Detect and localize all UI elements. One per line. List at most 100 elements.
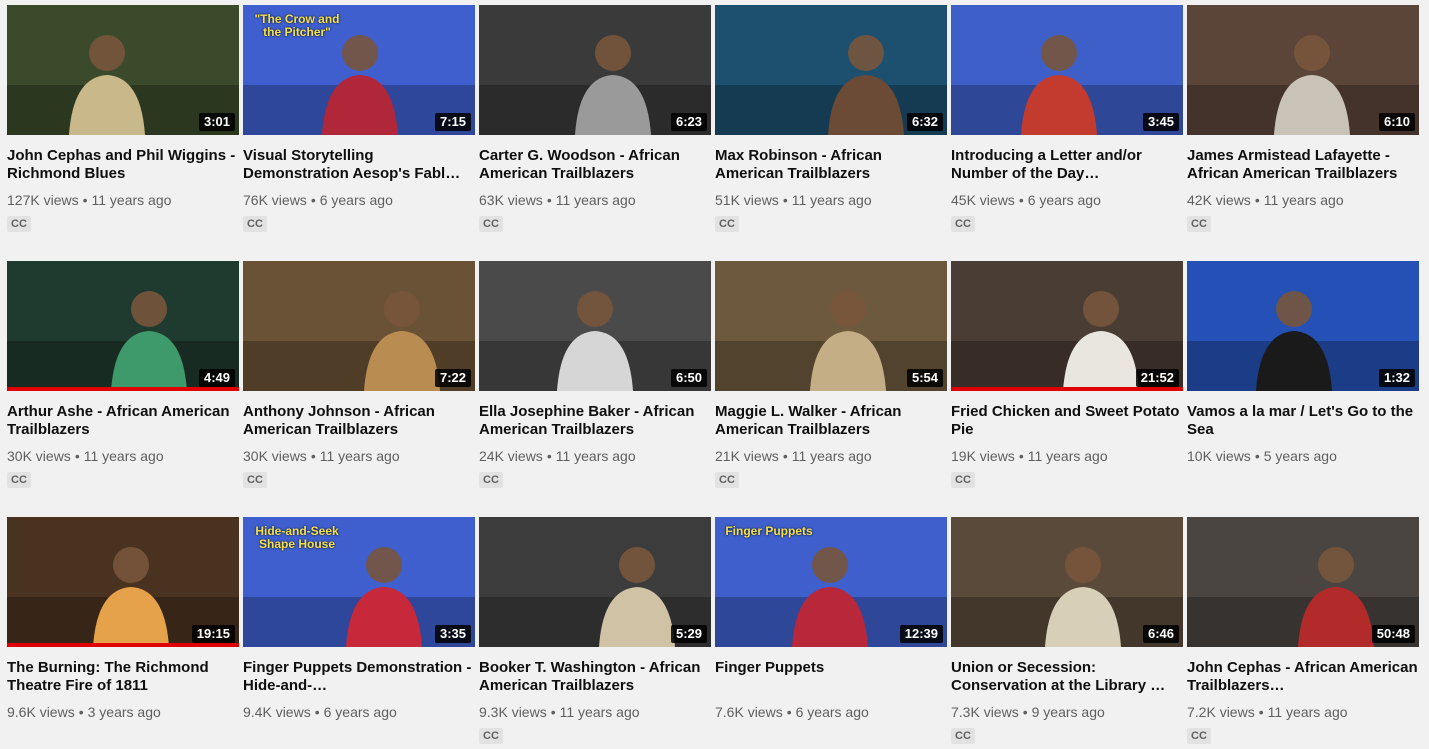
view-count: 7.2K views <box>1187 704 1255 720</box>
view-count: 9.3K views <box>479 704 547 720</box>
separator-dot: • <box>310 448 316 464</box>
video-thumbnail[interactable]: 7:22 <box>243 261 475 391</box>
video-title[interactable]: Maggie L. Walker - African American Trai… <box>715 403 947 439</box>
upload-age: 11 years ago <box>91 192 172 208</box>
video-title[interactable]: Arthur Ashe - African American Trailblaz… <box>7 403 239 439</box>
video-thumbnail[interactable]: Hide-and-Seek Shape House 3:35 <box>243 517 475 647</box>
video-thumbnail[interactable]: 1:32 <box>1187 261 1419 391</box>
view-count: 63K views <box>479 192 543 208</box>
video-card[interactable]: Hide-and-Seek Shape House 3:35 Finger Pupp… <box>243 517 475 720</box>
video-card[interactable]: 6:23 Carter G. Woodson - African American… <box>479 5 711 232</box>
video-card[interactable]: 3:01 John Cephas and Phil Wiggins - Richm… <box>7 5 239 232</box>
cc-badge: CC <box>951 472 975 488</box>
video-thumbnail[interactable]: "The Crow and the Pitcher" 7:15 <box>243 5 475 135</box>
view-count: 42K views <box>1187 192 1251 208</box>
video-thumbnail[interactable]: 6:46 <box>951 517 1183 647</box>
upload-age: 11 years ago <box>791 448 872 464</box>
video-metadata: 30K views • 11 years ago <box>243 448 475 464</box>
video-thumbnail[interactable]: 6:23 <box>479 5 711 135</box>
video-duration: 6:23 <box>670 113 707 131</box>
cc-badge: CC <box>1187 216 1211 232</box>
upload-age: 11 years ago <box>1263 192 1344 208</box>
video-title[interactable]: Visual Storytelling Demonstration Aesop'… <box>243 147 475 183</box>
video-metadata: 9.4K views • 6 years ago <box>243 704 475 720</box>
video-thumbnail[interactable]: 4:49 <box>7 261 239 391</box>
video-duration: 4:49 <box>198 369 235 387</box>
separator-dot: • <box>82 192 88 208</box>
video-title[interactable]: Carter G. Woodson - African American Tra… <box>479 147 711 183</box>
video-thumbnail[interactable]: 5:29 <box>479 517 711 647</box>
upload-age: 11 years ago <box>319 448 400 464</box>
video-title[interactable]: Max Robinson - African American Trailbla… <box>715 147 947 183</box>
separator-dot: • <box>1018 192 1024 208</box>
video-card[interactable]: 50:48 John Cephas - African American Trai… <box>1187 517 1419 744</box>
cc-badge: CC <box>243 216 267 232</box>
upload-age: 11 years ago <box>791 192 872 208</box>
video-metadata: 7.3K views • 9 years ago <box>951 704 1183 720</box>
upload-age: 6 years ago <box>319 192 393 208</box>
video-card[interactable]: 6:50 Ella Josephine Baker - African Ameri… <box>479 261 711 488</box>
view-count: 21K views <box>715 448 779 464</box>
video-title[interactable]: John Cephas and Phil Wiggins - Richmond … <box>7 147 239 183</box>
video-thumbnail[interactable]: 3:01 <box>7 5 239 135</box>
video-title[interactable]: Vamos a la mar / Let's Go to the Sea <box>1187 403 1419 439</box>
video-card[interactable]: 5:54 Maggie L. Walker - African American … <box>715 261 947 488</box>
video-title[interactable]: Booker T. Washington - African American … <box>479 659 711 695</box>
video-duration: 21:52 <box>1135 369 1179 387</box>
thumbnail-caption: Hide-and-Seek Shape House <box>255 524 339 551</box>
video-thumbnail[interactable]: Finger Puppets 12:39 <box>715 517 947 647</box>
video-card[interactable]: 1:32 Vamos a la mar / Let's Go to the Sea… <box>1187 261 1419 464</box>
video-card[interactable]: 3:45 Introducing a Letter and/or Number o… <box>951 5 1183 232</box>
video-metadata: 42K views • 11 years ago <box>1187 192 1419 208</box>
video-thumbnail[interactable]: 6:32 <box>715 5 947 135</box>
video-thumbnail[interactable]: 19:15 <box>7 517 239 647</box>
video-card[interactable]: Finger Puppets 12:39 Finger Puppets 7.6K vi… <box>715 517 947 720</box>
video-title[interactable]: Finger Puppets Demonstration - Hide-and-… <box>243 659 475 695</box>
video-card[interactable]: 7:22 Anthony Johnson - African American T… <box>243 261 475 488</box>
video-card[interactable]: 4:49 Arthur Ashe - African American Trail… <box>7 261 239 488</box>
video-title[interactable]: Finger Puppets <box>715 659 947 695</box>
separator-dot: • <box>1022 704 1028 720</box>
video-thumbnail[interactable]: 5:54 <box>715 261 947 391</box>
video-thumbnail[interactable]: 3:45 <box>951 5 1183 135</box>
video-title[interactable]: Ella Josephine Baker - African American … <box>479 403 711 439</box>
separator-dot: • <box>1018 448 1024 464</box>
video-title[interactable]: John Cephas - African American Trailblaz… <box>1187 659 1419 695</box>
video-title[interactable]: Union or Secession: Conservation at the … <box>951 659 1183 695</box>
video-metadata: 45K views • 6 years ago <box>951 192 1183 208</box>
video-title[interactable]: Fried Chicken and Sweet Potato Pie <box>951 403 1183 439</box>
video-card[interactable]: 19:15 The Burning: The Richmond Theatre F… <box>7 517 239 720</box>
video-card[interactable]: "The Crow and the Pitcher" 7:15 Visual Sto… <box>243 5 475 232</box>
video-metadata: 24K views • 11 years ago <box>479 448 711 464</box>
video-card[interactable]: 6:32 Max Robinson - African American Trai… <box>715 5 947 232</box>
video-grid: 3:01 John Cephas and Phil Wiggins - Richm… <box>0 0 1429 749</box>
video-thumbnail[interactable]: 6:10 <box>1187 5 1419 135</box>
cc-badge: CC <box>243 472 267 488</box>
upload-age: 11 years ago <box>1027 448 1108 464</box>
video-metadata: 21K views • 11 years ago <box>715 448 947 464</box>
video-card[interactable]: 6:10 James Armistead Lafayette - African … <box>1187 5 1419 232</box>
video-duration: 7:15 <box>434 113 471 131</box>
video-title[interactable]: Anthony Johnson - African American Trail… <box>243 403 475 439</box>
cc-badge: CC <box>7 216 31 232</box>
cc-badge: CC <box>951 216 975 232</box>
video-thumbnail[interactable]: 21:52 <box>951 261 1183 391</box>
separator-dot: • <box>782 192 788 208</box>
video-title[interactable]: James Armistead Lafayette - African Amer… <box>1187 147 1419 183</box>
view-count: 30K views <box>243 448 307 464</box>
upload-age: 11 years ago <box>555 448 636 464</box>
video-title[interactable]: The Burning: The Richmond Theatre Fire o… <box>7 659 239 695</box>
video-card[interactable]: 6:46 Union or Secession: Conservation at … <box>951 517 1183 744</box>
video-duration: 3:45 <box>1142 113 1179 131</box>
separator-dot: • <box>1254 192 1260 208</box>
video-metadata: 7.2K views • 11 years ago <box>1187 704 1419 720</box>
video-title[interactable]: Introducing a Letter and/or Number of th… <box>951 147 1183 183</box>
cc-badge: CC <box>1187 728 1211 744</box>
cc-badge: CC <box>7 472 31 488</box>
video-card[interactable]: 21:52 Fried Chicken and Sweet Potato Pie 1… <box>951 261 1183 488</box>
video-duration: 3:01 <box>198 113 235 131</box>
video-thumbnail[interactable]: 50:48 <box>1187 517 1419 647</box>
video-card[interactable]: 5:29 Booker T. Washington - African Ameri… <box>479 517 711 744</box>
video-thumbnail[interactable]: 6:50 <box>479 261 711 391</box>
upload-age: 6 years ago <box>323 704 397 720</box>
